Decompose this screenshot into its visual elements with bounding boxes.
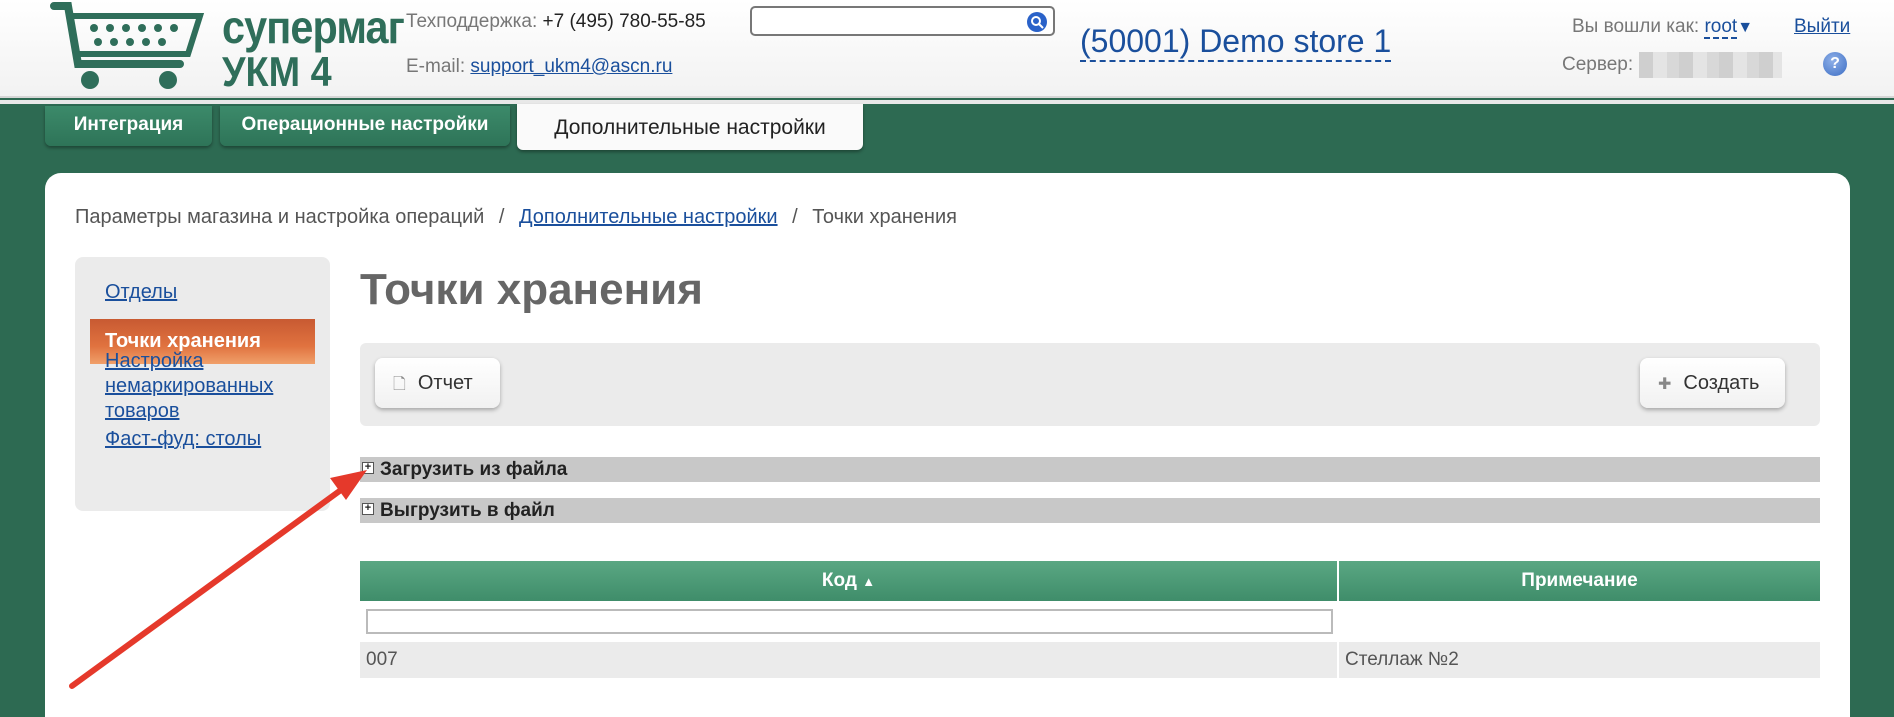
breadcrumb-additional-settings[interactable]: Дополнительные настройки (519, 206, 778, 228)
shopping-cart-icon (50, 1, 205, 89)
download-section-label: Выгрузить в файл (380, 500, 555, 521)
sidebar-item-label: Настройка (105, 350, 204, 372)
code-filter-input[interactable] (366, 609, 1333, 634)
chevron-down-icon[interactable]: ▼ (1737, 19, 1753, 36)
logged-in-as: Вы вошли как: root▼ (1572, 16, 1753, 39)
column-header-code[interactable]: Код ▲ (360, 561, 1337, 601)
breadcrumb-root: Параметры магазина и настройка операций (75, 206, 485, 228)
content-panel: Параметры магазина и настройка операций … (45, 173, 1850, 717)
logo[interactable]: супермаг УКМ 4 (50, 0, 405, 95)
email-link[interactable]: support_ukm4@ascn.ru (470, 56, 672, 77)
user-menu[interactable]: root (1704, 16, 1738, 39)
store-selector[interactable]: (50001) Demo store 1 (1080, 22, 1392, 62)
tab-integration[interactable]: Интеграция (45, 106, 212, 146)
support-email: E-mail: support_ukm4@ascn.ru (406, 56, 672, 78)
column-header-label: Код (821, 570, 857, 591)
upload-section-label: Загрузить из файла (380, 459, 568, 480)
server-value-redacted (1639, 52, 1783, 78)
plus-icon: ✚ (1658, 376, 1672, 393)
breadcrumb: Параметры магазина и настройка операций … (75, 206, 957, 229)
logo-subtitle: УКМ 4 (222, 48, 332, 95)
sidebar-item-label: немаркированных (105, 375, 274, 397)
search-button[interactable] (1027, 12, 1047, 32)
download-to-file-section[interactable]: + Выгрузить в файл (360, 498, 1820, 523)
sidebar-item-departments[interactable]: Отделы (105, 280, 177, 305)
breadcrumb-current: Точки хранения (812, 206, 957, 228)
table-cell-code[interactable]: 007 (360, 642, 1337, 678)
support-phone-value: +7 (495) 780-55-85 (542, 11, 706, 32)
server-info: Сервер: (1562, 52, 1783, 78)
toolbar: 🗋 Отчет ✚ Создать (360, 343, 1820, 426)
sidebar-item-label: товаров (105, 400, 180, 422)
expand-icon[interactable]: + (362, 462, 374, 474)
breadcrumb-separator: / (792, 206, 798, 228)
upload-from-file-section[interactable]: + Загрузить из файла (360, 457, 1820, 482)
page-title: Точки хранения (360, 265, 703, 314)
sidebar: Отделы Точки хранения Настройка немаркир… (75, 257, 330, 511)
search-input[interactable] (750, 6, 1055, 36)
support-phone: Техподдержка: +7 (495) 780-55-85 (406, 11, 706, 33)
logo-title: супермаг (222, 1, 405, 53)
sidebar-item-unmarked-goods[interactable]: Настройка немаркированных товаров (105, 349, 273, 424)
help-icon[interactable]: ? (1823, 52, 1847, 76)
server-label: Сервер: (1562, 54, 1634, 76)
sort-ascending-icon: ▲ (862, 574, 876, 589)
header: супермаг УКМ 4 Техподдержка: +7 (495) 78… (0, 0, 1894, 98)
tab-additional-settings[interactable]: Дополнительные настройки (517, 104, 863, 150)
breadcrumb-separator: / (498, 206, 505, 228)
sidebar-item-fastfood-tables[interactable]: Фаст-фуд: столы (105, 427, 261, 452)
header-divider (0, 100, 1894, 104)
logged-in-label: Вы вошли как: (1572, 16, 1700, 37)
document-icon: 🗋 (393, 376, 406, 393)
search-icon (1031, 16, 1044, 29)
support-label: Техподдержка: (406, 11, 538, 32)
expand-icon[interactable]: + (362, 503, 374, 515)
table-cell-note[interactable]: Стеллаж №2 (1339, 642, 1820, 678)
tab-operational-settings[interactable]: Операционные настройки (220, 106, 510, 146)
report-button-label: Отчет (417, 372, 473, 394)
create-button-label: Создать (1683, 372, 1760, 394)
create-button[interactable]: ✚ Создать (1640, 358, 1785, 408)
column-header-note[interactable]: Примечание (1339, 561, 1820, 601)
email-label: E-mail: (406, 56, 466, 77)
report-button[interactable]: 🗋 Отчет (375, 358, 500, 408)
logout-link[interactable]: Выйти (1794, 16, 1850, 38)
